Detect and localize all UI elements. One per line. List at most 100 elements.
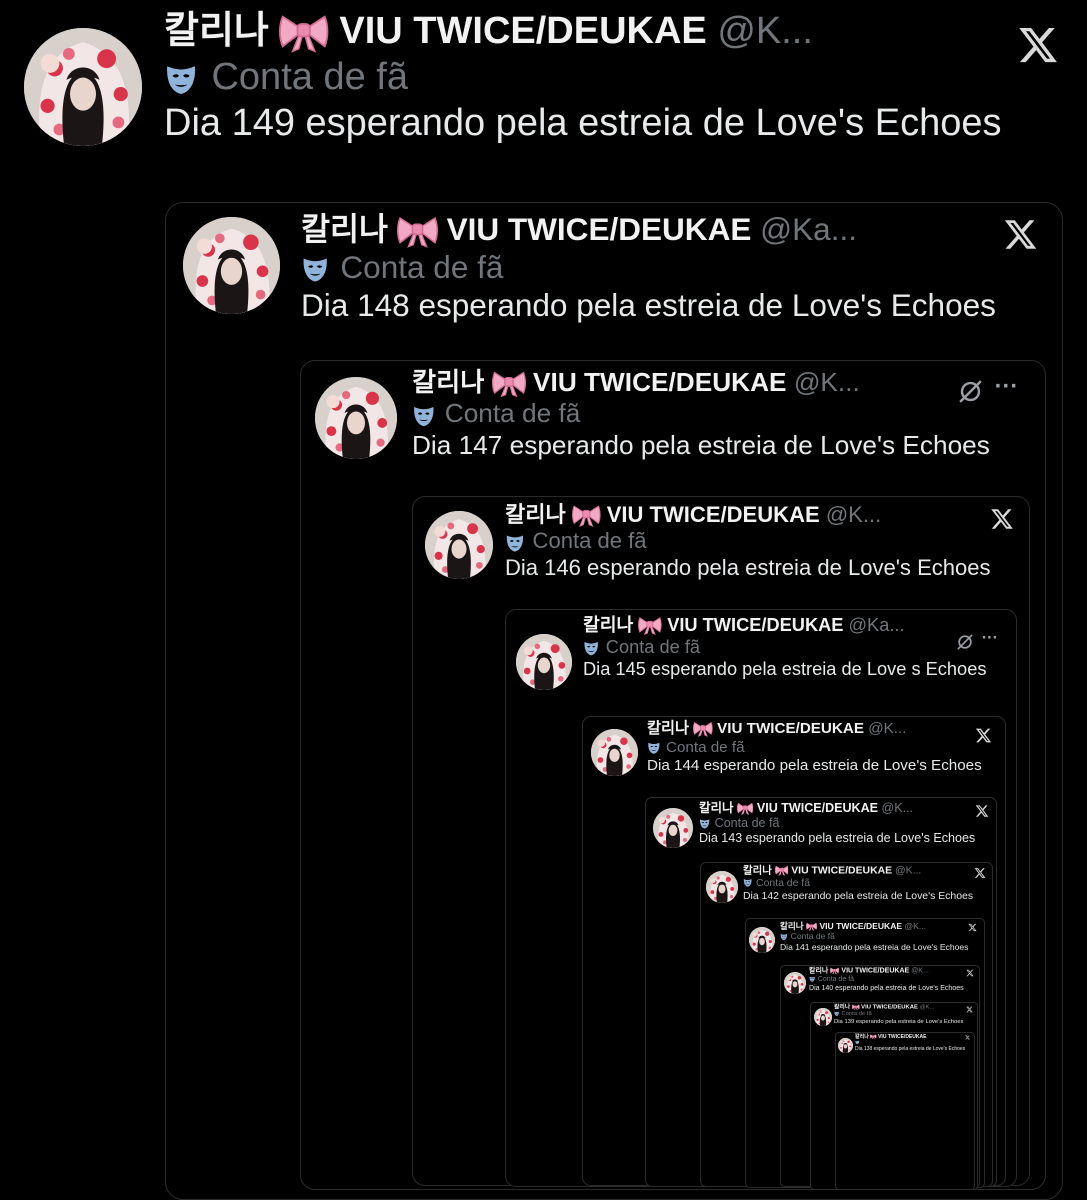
ribbon-bow-icon xyxy=(737,802,754,815)
account-name[interactable]: VIU TWICE/DEUKAE xyxy=(791,865,892,876)
account-name[interactable]: VIU TWICE/DEUKAE xyxy=(861,1005,918,1011)
fan-account-text: Conta de fã xyxy=(817,976,855,983)
x-logo-icon[interactable] xyxy=(975,727,992,744)
fan-account-text: Conta de fã xyxy=(756,877,811,889)
user-handle: @K... xyxy=(919,1004,935,1011)
x-logo-icon[interactable] xyxy=(968,923,977,932)
tweet-text: Dia 148 esperando pela estreia de Love's… xyxy=(301,287,996,323)
account-name[interactable]: VIU TWICE/DEUKAE xyxy=(533,367,786,397)
user-handle: @K... xyxy=(717,10,813,52)
x-logo-icon[interactable] xyxy=(975,804,989,818)
account-name[interactable]: VIU TWICE/DEUKAE xyxy=(757,801,878,815)
tweet-text: Dia 141 esperando pela estreia de Love's… xyxy=(780,941,969,952)
display-name[interactable]: 칼리나 xyxy=(164,10,269,52)
ribbon-bow-icon xyxy=(851,1004,860,1011)
x-logo-icon[interactable] xyxy=(966,1006,973,1013)
author-line: 칼리나 VIU TWICE/DEUKAE @K... xyxy=(743,865,921,878)
display-name[interactable]: 칼리나 xyxy=(505,502,566,527)
tweet-text: Dia 142 esperando pela estreia de Love's… xyxy=(743,890,974,902)
ribbon-bow-icon xyxy=(774,865,789,877)
avatar[interactable] xyxy=(24,28,142,146)
account-name[interactable]: VIU TWICE/DEUKAE xyxy=(447,211,752,247)
avatar[interactable] xyxy=(591,729,638,776)
display-name[interactable]: 칼리나 xyxy=(301,211,388,247)
fan-account-text: Conta de fã xyxy=(790,931,835,942)
mask-icon xyxy=(301,255,329,283)
fan-account-label: Conta de fã xyxy=(809,976,854,985)
x-logo-icon[interactable] xyxy=(966,969,974,977)
grok-icon[interactable] xyxy=(955,632,975,652)
avatar[interactable] xyxy=(183,217,280,314)
tweet-text: Dia 140 esperando pela estreia de Love's… xyxy=(809,984,964,992)
account-name[interactable]: VIU TWICE/DEUKAE xyxy=(667,614,843,635)
mask-icon xyxy=(743,878,752,888)
avatar[interactable] xyxy=(315,377,397,459)
display-name[interactable]: 칼리나 xyxy=(647,720,689,737)
account-name[interactable]: VIU TWICE/DEUKAE xyxy=(717,720,864,737)
account-name[interactable]: VIU TWICE/DEUKAE xyxy=(819,921,902,931)
ribbon-bow-icon xyxy=(830,967,840,975)
author-line: 칼리나 VIU TWICE/DEUKAE @K... xyxy=(699,801,913,816)
fan-account-label: Conta de fã xyxy=(699,816,779,831)
account-name[interactable]: VIU TWICE/DEUKAE xyxy=(878,1034,926,1040)
grok-icon[interactable] xyxy=(956,377,985,406)
display-name[interactable]: 칼리나 xyxy=(412,367,484,397)
user-handle: @K... xyxy=(904,920,926,931)
fan-account-text: Conta de fã xyxy=(665,738,745,756)
mask-icon xyxy=(647,741,661,755)
tweet-text: Dia 143 esperando pela estreia de Love's… xyxy=(699,831,976,845)
fan-account-label: Conta de fã xyxy=(301,248,503,286)
avatar[interactable] xyxy=(749,927,775,953)
display-name[interactable]: 칼리나 xyxy=(743,865,772,876)
avatar[interactable] xyxy=(425,511,493,579)
display-name[interactable]: 칼리나 xyxy=(780,921,804,931)
avatar[interactable] xyxy=(838,1038,853,1053)
display-name[interactable]: 칼리나 xyxy=(699,801,734,815)
avatar[interactable] xyxy=(706,871,738,903)
x-logo-icon[interactable] xyxy=(974,867,986,879)
user-handle: @K... xyxy=(868,720,907,738)
x-logo-icon[interactable] xyxy=(965,1035,970,1040)
mask-icon xyxy=(834,1011,839,1017)
quoted-tweet[interactable]: 칼리나 VIU TWICE/DEUKAE Dia 138 esperando p… xyxy=(835,1032,975,1190)
user-handle: @K... xyxy=(895,865,922,877)
ribbon-bow-icon xyxy=(805,922,818,931)
more-options-icon[interactable]: ··· xyxy=(995,373,1019,400)
fan-account-label: Conta de fã xyxy=(647,739,745,757)
author-line: 칼리나 VIU TWICE/DEUKAE xyxy=(855,1034,926,1040)
fan-account-label: Conta de fã xyxy=(505,528,646,555)
display-name[interactable]: 칼리나 xyxy=(583,614,633,635)
fan-account-label: Conta de fã xyxy=(583,636,700,658)
x-logo-icon[interactable] xyxy=(1003,217,1038,252)
account-name[interactable]: VIU TWICE/DEUKAE xyxy=(607,502,820,527)
fan-account-text: Conta de fã xyxy=(340,248,504,285)
fan-account-text: Conta de fã xyxy=(605,635,701,657)
tweet-text: Dia 139 esperando pela estreia de Love's… xyxy=(834,1018,964,1025)
ribbon-bow-icon xyxy=(571,504,601,528)
display-name[interactable]: 칼리나 xyxy=(834,1005,850,1011)
fan-account-label: Conta de fã xyxy=(164,54,408,100)
x-logo-icon[interactable] xyxy=(1017,24,1059,66)
tweet-text: Dia 149 esperando pela estreia de Love's… xyxy=(164,102,1002,144)
fan-account-label: Conta de fã xyxy=(743,878,810,891)
mask-icon xyxy=(412,404,436,428)
fan-account-label: Conta de fã xyxy=(780,931,835,941)
author-line: 칼리나 VIU TWICE/DEUKAE @K... xyxy=(412,367,860,399)
avatar[interactable] xyxy=(814,1008,832,1026)
account-name[interactable]: VIU TWICE/DEUKAE xyxy=(339,10,706,52)
mask-icon xyxy=(780,933,788,941)
more-options-icon[interactable]: ··· xyxy=(982,629,998,648)
ribbon-bow-icon xyxy=(491,370,526,398)
account-name[interactable]: VIU TWICE/DEUKAE xyxy=(841,968,909,975)
ribbon-bow-icon xyxy=(870,1034,877,1040)
display-name[interactable]: 칼리나 xyxy=(809,968,828,975)
mask-icon xyxy=(505,533,525,553)
mask-icon xyxy=(699,818,710,829)
x-logo-icon[interactable] xyxy=(990,507,1014,531)
tweet-text: Dia 144 esperando pela estreia de Love's… xyxy=(647,757,982,774)
user-handle: @K... xyxy=(825,501,882,527)
avatar[interactable] xyxy=(653,808,693,848)
avatar[interactable] xyxy=(784,972,806,994)
avatar[interactable] xyxy=(516,634,572,690)
author-line: 칼리나 VIU TWICE/DEUKAE @K... xyxy=(647,720,906,738)
